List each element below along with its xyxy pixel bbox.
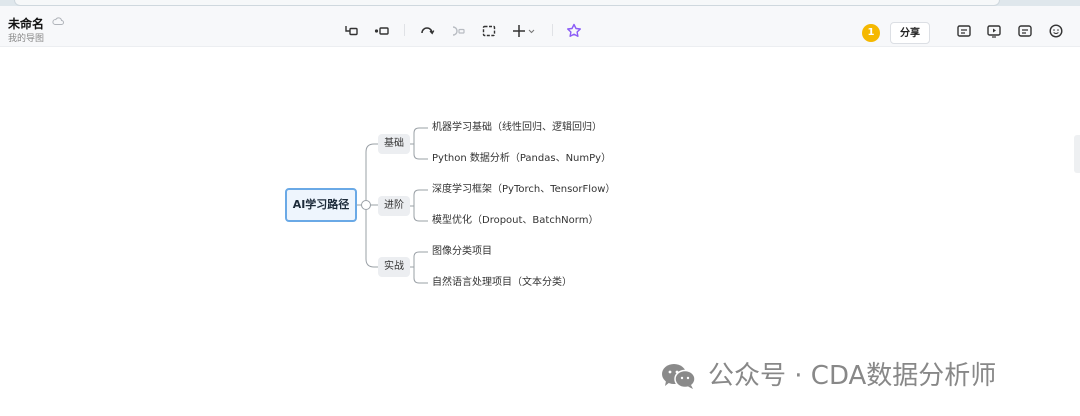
sibling-node-icon[interactable]: [373, 22, 391, 40]
leaf-node[interactable]: 模型优化（Dropout、BatchNorm）: [432, 214, 598, 228]
insert-icon[interactable]: [512, 22, 538, 40]
branch-node-advanced[interactable]: 进阶: [378, 196, 410, 216]
child-node-icon[interactable]: [342, 22, 360, 40]
top-toolbar: 未命名 我的导图 1 分享: [0, 6, 1080, 47]
frame-icon[interactable]: [480, 22, 498, 40]
wechat-icon: [662, 364, 696, 389]
theme-icon[interactable]: [565, 22, 583, 40]
emoji-icon[interactable]: [1047, 22, 1065, 40]
toolbar-divider: [552, 24, 553, 36]
notification-badge[interactable]: 1: [862, 24, 880, 42]
leaf-node[interactable]: 自然语言处理项目（文本分类）: [432, 276, 572, 290]
present-icon[interactable]: [985, 22, 1003, 40]
leaf-node[interactable]: 深度学习框架（PyTorch、TensorFlow）: [432, 183, 615, 197]
share-button[interactable]: 分享: [890, 22, 930, 44]
root-node[interactable]: AI学习路径: [285, 188, 357, 222]
document-subtitle: 我的导图: [8, 34, 45, 44]
toolbar-divider: [404, 24, 405, 36]
redo-icon[interactable]: [449, 22, 467, 40]
cloud-sync-icon: [52, 17, 64, 25]
leaf-node[interactable]: Python 数据分析（Pandas、NumPy）: [432, 152, 611, 166]
branch-node-practice[interactable]: 实战: [378, 257, 410, 277]
leaf-node[interactable]: 机器学习基础（线性回归、逻辑回归）: [432, 121, 602, 135]
outline-icon[interactable]: [955, 22, 973, 40]
watermark: 公众号 · CDA数据分析师: [660, 358, 1060, 394]
branch-node-basic[interactable]: 基础: [378, 134, 410, 154]
undo-icon[interactable]: [418, 22, 436, 40]
comment-icon[interactable]: [1016, 22, 1034, 40]
leaf-node[interactable]: 图像分类项目: [432, 245, 492, 259]
document-title[interactable]: 未命名: [8, 15, 44, 32]
watermark-text: 公众号 · CDA数据分析师: [708, 361, 997, 391]
